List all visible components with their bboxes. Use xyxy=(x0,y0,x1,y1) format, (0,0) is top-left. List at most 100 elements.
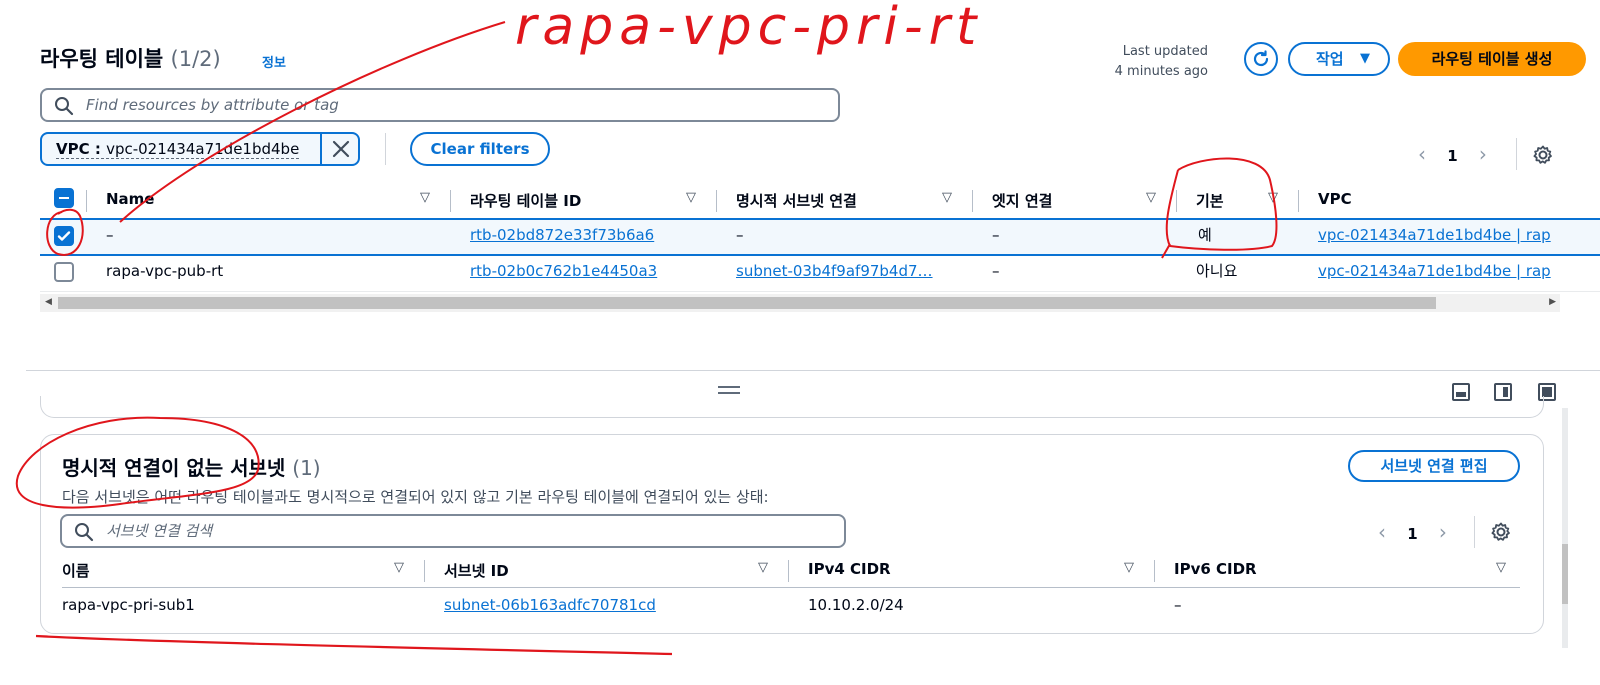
info-link[interactable]: 정보 xyxy=(262,52,286,71)
column-divider xyxy=(1298,190,1299,212)
column-divider xyxy=(424,560,425,582)
column-divider xyxy=(1154,560,1155,582)
refresh-button[interactable] xyxy=(1244,42,1278,76)
card-edge xyxy=(40,396,1544,418)
chevron-left-icon[interactable]: ‹ xyxy=(1378,520,1386,544)
pagination: ‹ 1 › xyxy=(1418,142,1487,166)
cell-ipv6: – xyxy=(1174,596,1182,614)
token-divider xyxy=(320,134,322,164)
card-title-text: 명시적 연결이 없는 서브넷 xyxy=(62,456,286,480)
cell-vpc[interactable]: vpc-021434a71de1bd4be | rap xyxy=(1318,262,1551,280)
card-description: 다음 서브넷은 어떤 라우팅 테이블과도 명시적으로 연결되어 있지 않고 기본… xyxy=(62,488,769,506)
search-input[interactable] xyxy=(86,94,826,116)
page-title-count: (1/2) xyxy=(170,47,221,71)
column-header-subnet-id[interactable]: 서브넷 ID xyxy=(444,560,509,581)
column-divider xyxy=(972,190,973,212)
filter-token[interactable]: VPC : vpc-021434a71de1bd4be xyxy=(40,132,360,166)
search-icon xyxy=(55,97,74,116)
clear-filters-button[interactable]: Clear filters xyxy=(410,132,550,166)
cell-vpc[interactable]: vpc-021434a71de1bd4be | rap xyxy=(1318,226,1551,244)
check-icon xyxy=(57,231,71,241)
search-icon xyxy=(75,523,94,542)
last-updated-value: 4 minutes ago xyxy=(1114,64,1208,79)
column-header-main[interactable]: 기본 xyxy=(1196,190,1224,211)
horizontal-scrollbar[interactable]: ◀ ▶ xyxy=(40,294,1560,312)
actions-label: 작업 xyxy=(1316,50,1344,68)
filter-token-text: VPC : vpc-021434a71de1bd4be xyxy=(56,140,300,159)
current-page[interactable]: 1 xyxy=(1447,147,1457,165)
create-route-table-button[interactable]: 라우팅 테이블 생성 xyxy=(1398,42,1586,76)
column-divider xyxy=(788,560,789,582)
column-header-route-table-id[interactable]: 라우팅 테이블 ID xyxy=(470,190,581,211)
sort-icon[interactable]: ▽ xyxy=(1124,560,1134,575)
divider xyxy=(385,133,386,165)
last-updated: Last updated 4 minutes ago xyxy=(1115,42,1208,82)
card-title-count: (1) xyxy=(292,456,321,480)
sort-icon[interactable]: ▽ xyxy=(420,190,430,205)
select-all-checkbox[interactable] xyxy=(54,188,74,208)
cell-ipv4: 10.10.2.0/24 xyxy=(808,596,904,614)
filter-value: vpc-021434a71de1bd4be xyxy=(106,140,300,158)
column-divider xyxy=(450,190,451,212)
current-page[interactable]: 1 xyxy=(1407,525,1417,543)
resource-search[interactable] xyxy=(40,88,840,122)
column-header-vpc[interactable]: VPC xyxy=(1318,190,1352,208)
cell-subnet-id[interactable]: subnet-06b163adfc70781cd xyxy=(444,596,656,614)
cell-edge: – xyxy=(992,262,1000,280)
scroll-right-icon[interactable]: ▶ xyxy=(1549,297,1556,307)
gear-icon[interactable] xyxy=(1532,144,1554,166)
cell-edge: – xyxy=(992,226,1000,244)
cell-name: – xyxy=(106,226,114,244)
edit-subnet-associations-button[interactable]: 서브넷 연결 편집 xyxy=(1348,450,1520,482)
cell-name: rapa-vpc-pub-rt xyxy=(106,262,224,280)
cell-subnet[interactable]: subnet-03b4f9af97b4d7… xyxy=(736,262,933,280)
column-header-name[interactable]: Name xyxy=(106,190,154,208)
sort-icon[interactable]: ▽ xyxy=(394,560,404,575)
cell-main: 아니요 xyxy=(1196,262,1238,280)
cell-route-table-id[interactable]: rtb-02b0c762b1e4450a3 xyxy=(470,262,657,280)
sort-icon[interactable]: ▽ xyxy=(758,560,768,575)
column-divider xyxy=(716,190,717,212)
sort-icon[interactable]: ▽ xyxy=(1496,560,1506,575)
resize-handle[interactable] xyxy=(718,386,740,394)
pagination: ‹ 1 › xyxy=(1378,520,1447,544)
last-updated-label: Last updated xyxy=(1122,44,1208,59)
column-header-edge[interactable]: 엣지 연결 xyxy=(992,190,1052,211)
row-checkbox[interactable] xyxy=(54,226,74,246)
vertical-scrollbar[interactable] xyxy=(1562,408,1568,648)
handwritten-label: rapa-vpc-pri-rt xyxy=(515,0,982,57)
cell-name: rapa-vpc-pri-sub1 xyxy=(62,596,195,614)
column-header-ipv4[interactable]: IPv4 CIDR xyxy=(808,560,891,578)
caret-down-icon: ▼ xyxy=(1360,51,1370,66)
close-icon[interactable] xyxy=(330,138,352,160)
column-header-explicit-subnet[interactable]: 명시적 서브넷 연결 xyxy=(736,190,857,211)
divider xyxy=(1474,516,1475,548)
page-title: 라우팅 테이블 (1/2) xyxy=(40,43,221,73)
cell-route-table-id[interactable]: rtb-02bd872e33f73b6a6 xyxy=(470,226,654,244)
column-header-ipv6[interactable]: IPv6 CIDR xyxy=(1174,560,1257,578)
page-title-text: 라우팅 테이블 xyxy=(40,47,164,71)
divider xyxy=(1516,138,1517,170)
sort-icon[interactable]: ▽ xyxy=(686,190,696,205)
actions-dropdown-button[interactable]: 작업 ▼ xyxy=(1288,42,1390,76)
sort-icon[interactable]: ▽ xyxy=(942,190,952,205)
chevron-left-icon[interactable]: ‹ xyxy=(1418,142,1426,166)
subnet-search[interactable] xyxy=(60,514,846,548)
row-checkbox[interactable] xyxy=(54,262,74,282)
column-divider xyxy=(1176,190,1177,212)
chevron-right-icon[interactable]: › xyxy=(1439,520,1447,544)
column-header-name[interactable]: 이름 xyxy=(62,560,90,581)
card-title: 명시적 연결이 없는 서브넷 (1) xyxy=(62,452,321,481)
sort-icon[interactable]: ▽ xyxy=(1268,190,1278,205)
filter-key: VPC xyxy=(56,140,90,158)
subnet-search-input[interactable] xyxy=(106,520,826,542)
scroll-left-icon[interactable]: ◀ xyxy=(45,297,52,307)
gear-icon[interactable] xyxy=(1490,521,1512,543)
scrollbar-thumb[interactable] xyxy=(58,297,1436,309)
chevron-right-icon[interactable]: › xyxy=(1479,142,1487,166)
sort-icon[interactable]: ▽ xyxy=(1146,190,1156,205)
column-divider xyxy=(86,190,87,212)
scrollbar-thumb[interactable] xyxy=(1562,544,1568,604)
subnet-table-header xyxy=(62,552,1520,588)
refresh-icon xyxy=(1253,50,1269,67)
